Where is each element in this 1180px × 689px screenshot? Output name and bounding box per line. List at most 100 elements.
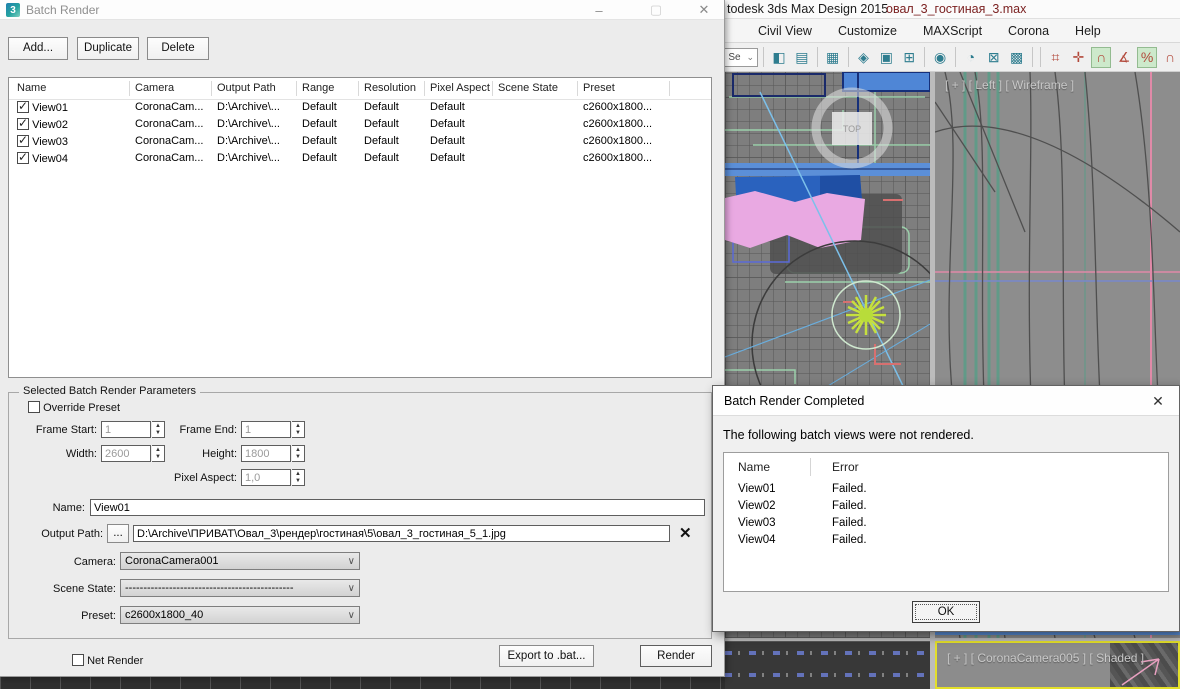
col-preset[interactable]: Preset — [583, 82, 615, 94]
col-camera[interactable]: Camera — [135, 82, 174, 94]
row-checkbox[interactable] — [17, 118, 29, 130]
toolbar-separator — [817, 47, 818, 67]
trackbar-strip[interactable] — [0, 677, 725, 689]
frame-start-spinner[interactable]: ▲▼ — [152, 421, 165, 438]
group-title: Selected Batch Render Parameters — [19, 385, 200, 397]
col-name[interactable]: Name — [17, 82, 46, 94]
error-row[interactable]: View01 Failed. — [724, 481, 1168, 498]
schematic-view-icon[interactable]: ⊞ — [899, 47, 919, 68]
duplicate-button[interactable]: Duplicate — [77, 37, 139, 60]
clear-path-icon[interactable]: ✕ — [679, 524, 692, 542]
col-resolution[interactable]: Resolution — [364, 82, 416, 94]
chevron-down-icon: ∨ — [348, 583, 355, 594]
table-row[interactable]: View03 CoronaCam... D:\Archive\... Defau… — [9, 134, 711, 151]
batch-render-titlebar[interactable]: 3 Batch Render – ▢ ✕ — [0, 0, 724, 20]
chevron-down-icon: ∨ — [348, 556, 355, 567]
3dsmax-logo-icon: 3 — [6, 3, 20, 17]
viewport-camera[interactable]: [ + ] [ CoronaCamera005 ] [ Shaded ] — [935, 641, 1180, 689]
ok-button[interactable]: OK — [912, 601, 980, 623]
row-checkbox[interactable] — [17, 152, 29, 164]
row-checkbox[interactable] — [17, 101, 29, 113]
frame-end-label: Frame End: — [167, 424, 237, 436]
pixel-aspect-input[interactable] — [241, 469, 291, 486]
toolbar-separator — [763, 47, 764, 67]
viewcube-top-label[interactable]: TOP — [843, 124, 861, 134]
material-editor-icon[interactable]: ◔ — [961, 47, 981, 68]
viewport-camera-label[interactable]: [ + ] [ CoronaCamera005 ] [ Shaded ] — [947, 651, 1144, 665]
toolbar-separator — [924, 47, 925, 67]
close-icon[interactable]: ✕ — [687, 0, 721, 20]
menu-help[interactable]: Help — [1062, 20, 1114, 42]
table-row[interactable]: View04 CoronaCam... D:\Archive\... Defau… — [9, 151, 711, 168]
viewport-front[interactable] — [725, 641, 930, 689]
preset-dropdown[interactable]: c2600x1800_40 ∨ — [120, 606, 360, 624]
render-button[interactable]: Render — [640, 645, 712, 667]
menu-corona[interactable]: Corona — [995, 20, 1062, 42]
asset-tracking-icon[interactable]: ◉ — [930, 47, 950, 68]
percent-snap-icon[interactable]: % — [1137, 47, 1157, 68]
camera-arrow-drawing — [937, 643, 1178, 687]
camera-dropdown[interactable]: CoronaCamera001 ∨ — [120, 552, 360, 570]
rendered-frame-window-icon[interactable]: ▩ — [1007, 47, 1027, 68]
col-pixel-aspect[interactable]: Pixel Aspect — [430, 82, 490, 94]
height-input[interactable] — [241, 445, 291, 462]
chevron-down-icon: ∨ — [348, 610, 355, 621]
spinner-snap-icon[interactable]: ∩ — [1160, 47, 1180, 68]
menu-customize[interactable]: Customize — [825, 20, 910, 42]
scene-state-dropdown[interactable]: ----------------------------------------… — [120, 579, 360, 597]
quick-align-icon[interactable]: ▤ — [792, 47, 812, 68]
row-checkbox[interactable] — [17, 135, 29, 147]
browse-button[interactable]: ... — [107, 524, 129, 543]
table-row[interactable]: View01 CoronaCam... D:\Archive\... Defau… — [9, 100, 711, 117]
col-range[interactable]: Range — [302, 82, 334, 94]
graphite-modeling-icon[interactable]: ◈ — [854, 47, 874, 68]
viewport-left-label[interactable]: [ + ] [ Left ] [ Wireframe ] — [945, 78, 1074, 92]
delete-button[interactable]: Delete — [147, 37, 209, 60]
pivot-snap-icon[interactable]: ✛ — [1068, 47, 1088, 68]
net-render-checkbox[interactable] — [72, 654, 84, 666]
width-input[interactable] — [101, 445, 151, 462]
maximize-icon[interactable]: ▢ — [639, 0, 673, 20]
mirror-icon[interactable]: ◧ — [769, 47, 789, 68]
scene-state-label: Scene State: — [46, 583, 116, 595]
width-spinner[interactable]: ▲▼ — [152, 445, 165, 462]
render-setup-icon[interactable]: ⊠ — [984, 47, 1004, 68]
export-bat-button[interactable]: Export to .bat... — [499, 645, 594, 667]
curve-editor-icon[interactable]: ▣ — [876, 47, 896, 68]
toolbar-separator — [1040, 47, 1041, 67]
error-row[interactable]: View04 Failed. — [724, 532, 1168, 549]
angle-snap-icon[interactable]: ∡ — [1114, 47, 1134, 68]
menu-maxscript[interactable]: MAXScript — [910, 20, 995, 42]
height-spinner[interactable]: ▲▼ — [292, 445, 305, 462]
frame-start-input[interactable] — [101, 421, 151, 438]
output-path-input[interactable] — [133, 525, 670, 542]
minimize-icon[interactable]: – — [582, 0, 616, 20]
frame-end-spinner[interactable]: ▲▼ — [292, 421, 305, 438]
width-label: Width: — [27, 448, 97, 460]
close-icon[interactable]: ✕ — [1143, 390, 1173, 412]
viewport-front-content — [725, 641, 930, 689]
snaps-toggle-icon[interactable]: ⌗ — [1046, 47, 1066, 68]
height-label: Height: — [167, 448, 237, 460]
col-output-path[interactable]: Output Path — [217, 82, 276, 94]
batch-render-completed-dialog: Batch Render Completed ✕ The following b… — [712, 385, 1180, 632]
menu-civil-view[interactable]: Civil View — [745, 20, 825, 42]
completed-dialog-title: Batch Render Completed — [724, 394, 864, 408]
pixel-aspect-label: Pixel Aspect: — [167, 472, 237, 484]
error-col-name: Name — [738, 460, 770, 474]
completed-dialog-titlebar[interactable]: Batch Render Completed ✕ — [713, 386, 1179, 416]
error-table: Name Error View01 Failed. View02 Failed.… — [723, 452, 1169, 592]
camera-label: Camera: — [46, 556, 116, 568]
add-button[interactable]: Add... — [8, 37, 68, 60]
error-row[interactable]: View02 Failed. — [724, 498, 1168, 515]
name-input[interactable] — [90, 499, 705, 516]
table-row[interactable]: View02 CoronaCam... D:\Archive\... Defau… — [9, 117, 711, 134]
col-scene-state[interactable]: Scene State — [498, 82, 558, 94]
snap-toggle-on-icon[interactable]: ∩ — [1091, 47, 1111, 68]
max-app-title: todesk 3ds Max Design 2015 — [727, 2, 888, 16]
override-preset-checkbox[interactable] — [28, 401, 40, 413]
error-row[interactable]: View03 Failed. — [724, 515, 1168, 532]
frame-end-input[interactable] — [241, 421, 291, 438]
layer-manager-icon[interactable]: ▦ — [823, 47, 843, 68]
pixel-aspect-spinner[interactable]: ▲▼ — [292, 469, 305, 486]
